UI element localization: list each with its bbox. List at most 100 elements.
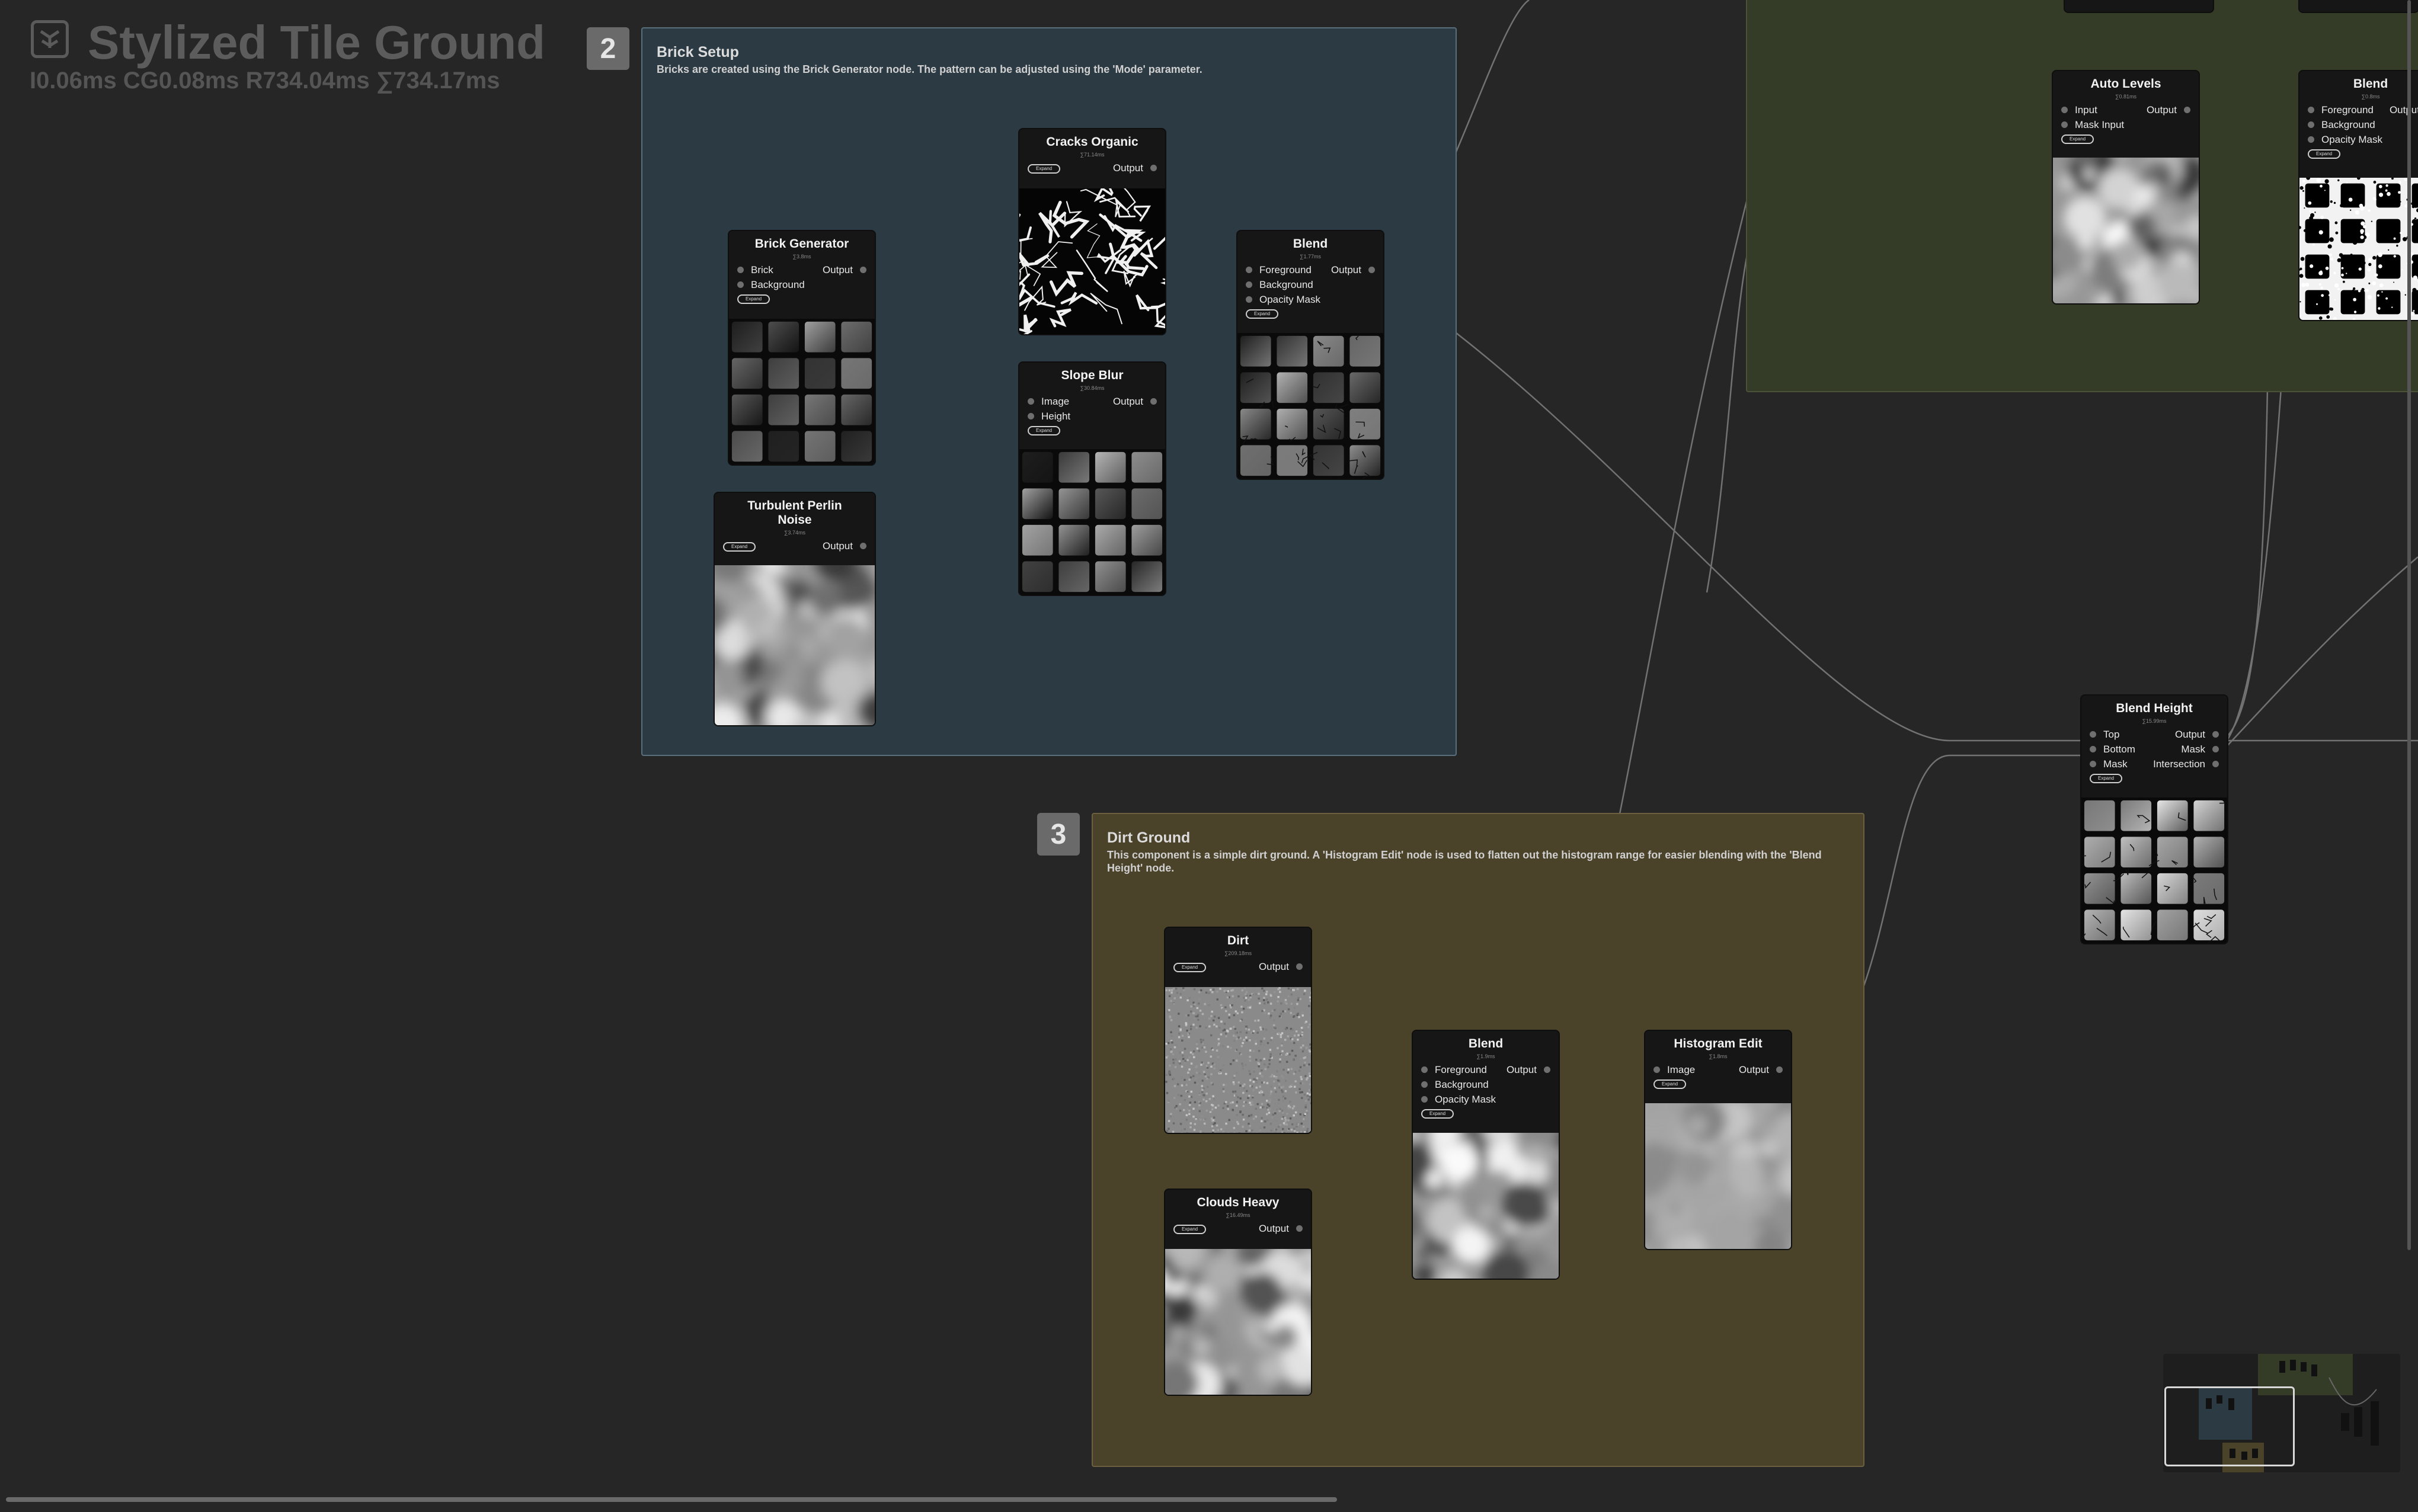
input-port[interactable]: Top [2090, 729, 2119, 741]
expand-button[interactable]: Expand [1173, 1225, 1207, 1234]
expand-button[interactable]: Expand [1028, 164, 1061, 174]
port-row: Expand Output [1019, 161, 1165, 176]
node-header[interactable]: Dirt ∑209.18ms [1165, 928, 1311, 956]
node-header[interactable]: Blend ∑1.77ms [1237, 231, 1383, 260]
input-port[interactable]: Foreground [1246, 264, 1312, 276]
output-port[interactable]: Output [1259, 961, 1303, 973]
output-port[interactable]: Output [823, 540, 866, 552]
node-preview-image [1165, 1249, 1311, 1395]
node-blend-top[interactable]: Blend ∑0.8ms Foreground Output Background Opa… [2299, 71, 2418, 320]
node-preview-image [1413, 1133, 1559, 1279]
input-port[interactable]: Background [1246, 279, 1313, 291]
output-port[interactable]: Intersection [2153, 758, 2219, 770]
node-timing: ∑30.84ms [1080, 385, 1105, 391]
node-slope-blur[interactable]: Slope Blur ∑30.84ms Image Output Height Expan… [1019, 363, 1165, 595]
node-header[interactable]: Cracks Organic ∑71.14ms [1019, 129, 1165, 158]
input-port[interactable]: Height [1028, 411, 1070, 422]
input-port[interactable]: Mask [2090, 758, 2128, 770]
input-port[interactable]: Opacity Mask [2308, 134, 2382, 146]
output-port[interactable]: Output [1331, 264, 1375, 276]
node-timing: ∑3.8ms [792, 254, 811, 260]
node-ports: Expand Output [715, 539, 875, 554]
output-port[interactable]: Output [2147, 104, 2190, 116]
expand-button[interactable]: Expand [1246, 309, 1279, 319]
node-timing: ∑16.49ms [1226, 1212, 1250, 1218]
node-preview-image [715, 565, 875, 725]
node-title: Dirt [1227, 934, 1249, 947]
vertical-scrollbar[interactable] [2407, 0, 2411, 1250]
port-row: Input Output [2053, 103, 2199, 118]
node-ports: Expand Output [1165, 1222, 1311, 1236]
output-port[interactable]: Output [823, 264, 866, 276]
expand-button[interactable]: Expand [1653, 1079, 1687, 1089]
node-clouds-heavy[interactable]: Clouds Heavy ∑16.49ms Expand Output [1165, 1190, 1311, 1395]
node-partial-top-1[interactable] [2065, 0, 2213, 12]
node-blend-height[interactable]: Blend Height ∑15.99ms Top Output Bottom Mask M… [2081, 696, 2227, 943]
node-ports: Image Output Height Expand [1019, 395, 1165, 439]
node-blend-dirt[interactable]: Blend ∑1.9ms Foreground Output Background Opa… [1413, 1031, 1559, 1279]
input-port[interactable]: Foreground [2308, 104, 2374, 116]
frame-title: Dirt Ground [1107, 829, 1191, 846]
node-partial-top-2[interactable] [2299, 0, 2418, 12]
node-header[interactable]: Blend ∑0.8ms [2299, 71, 2418, 100]
output-port[interactable]: Output [1113, 162, 1157, 174]
horizontal-scrollbar[interactable] [6, 1497, 1337, 1502]
input-port[interactable]: Background [1421, 1079, 1489, 1091]
output-port[interactable]: Output [2390, 104, 2418, 116]
app-logo-icon [31, 20, 69, 58]
input-port[interactable]: Bottom [2090, 744, 2135, 755]
expand-button[interactable]: Expand [737, 294, 770, 304]
input-port[interactable]: Background [2308, 119, 2375, 131]
node-preview-image [2053, 158, 2199, 303]
node-cracks-organic[interactable]: Cracks Organic ∑71.14ms Expand Output [1019, 129, 1165, 334]
node-preview-image [1645, 1103, 1791, 1249]
expand-button[interactable]: Expand [2308, 149, 2341, 159]
input-port[interactable]: Image [1653, 1064, 1695, 1076]
node-header[interactable]: Brick Generator ∑3.8ms [729, 231, 875, 260]
node-histogram-edit[interactable]: Histogram Edit ∑1.8ms Image Output Expand [1645, 1031, 1791, 1249]
port-row: Background [1237, 278, 1383, 293]
output-port[interactable]: Output [1113, 396, 1157, 408]
node-header[interactable]: Blend Height ∑15.99ms [2081, 696, 2227, 724]
wire-height-right [2225, 556, 2418, 748]
node-title: Histogram Edit [1674, 1037, 1763, 1050]
port-row: Bottom Mask [2081, 742, 2227, 757]
expand-button[interactable]: Expand [2061, 134, 2094, 144]
node-ports: Foreground Output Background Opacity Mask Ex… [1237, 263, 1383, 322]
input-port[interactable]: Foreground [1421, 1064, 1487, 1076]
node-dirt[interactable]: Dirt ∑209.18ms Expand Output [1165, 928, 1311, 1133]
node-header[interactable]: Histogram Edit ∑1.8ms [1645, 1031, 1791, 1059]
output-port[interactable]: Output [1739, 1064, 1783, 1076]
output-port[interactable]: Mask [2181, 744, 2219, 755]
frame-title: Brick Setup [657, 44, 739, 60]
input-port[interactable]: Opacity Mask [1246, 294, 1320, 306]
node-header[interactable]: Blend ∑1.9ms [1413, 1031, 1559, 1059]
node-blend-brick[interactable]: Blend ∑1.77ms Foreground Output Background Op… [1237, 231, 1383, 479]
expand-button[interactable]: Expand [1173, 963, 1207, 972]
node-brick-generator[interactable]: Brick Generator ∑3.8ms Brick Output Backgrou… [729, 231, 875, 465]
node-header[interactable]: Auto Levels ∑0.81ms [2053, 71, 2199, 100]
node-turbulent-perlin-noise[interactable]: Turbulent Perlin Noise ∑3.74ms Expand Outpu… [715, 493, 875, 725]
port-row: Height [1019, 409, 1165, 424]
input-port[interactable]: Opacity Mask [1421, 1094, 1496, 1106]
expand-button[interactable]: Expand [2090, 774, 2123, 783]
input-port[interactable]: Image [1028, 396, 1069, 408]
output-port[interactable]: Output [1507, 1064, 1550, 1076]
input-port[interactable]: Input [2061, 104, 2097, 116]
output-port[interactable]: Output [2175, 729, 2219, 741]
input-port[interactable]: Brick [737, 264, 773, 276]
minimap-viewport[interactable] [2164, 1386, 2295, 1466]
expand-button[interactable]: Expand [723, 542, 756, 552]
node-header[interactable]: Slope Blur ∑30.84ms [1019, 363, 1165, 391]
node-auto-levels[interactable]: Auto Levels ∑0.81ms Input Output Mask Input E… [2053, 71, 2199, 303]
node-timing: ∑0.81ms [2115, 94, 2136, 100]
input-port[interactable]: Mask Input [2061, 119, 2124, 131]
expand-button[interactable]: Expand [1421, 1109, 1454, 1119]
expand-button[interactable]: Expand [1028, 426, 1061, 435]
input-port[interactable]: Background [737, 279, 805, 291]
output-port[interactable]: Output [1259, 1223, 1303, 1235]
port-row: Brick Output [729, 263, 875, 278]
port-row: Expand Output [715, 539, 875, 554]
node-header[interactable]: Clouds Heavy ∑16.49ms [1165, 1190, 1311, 1218]
node-header[interactable]: Turbulent Perlin Noise ∑3.74ms [715, 493, 875, 536]
